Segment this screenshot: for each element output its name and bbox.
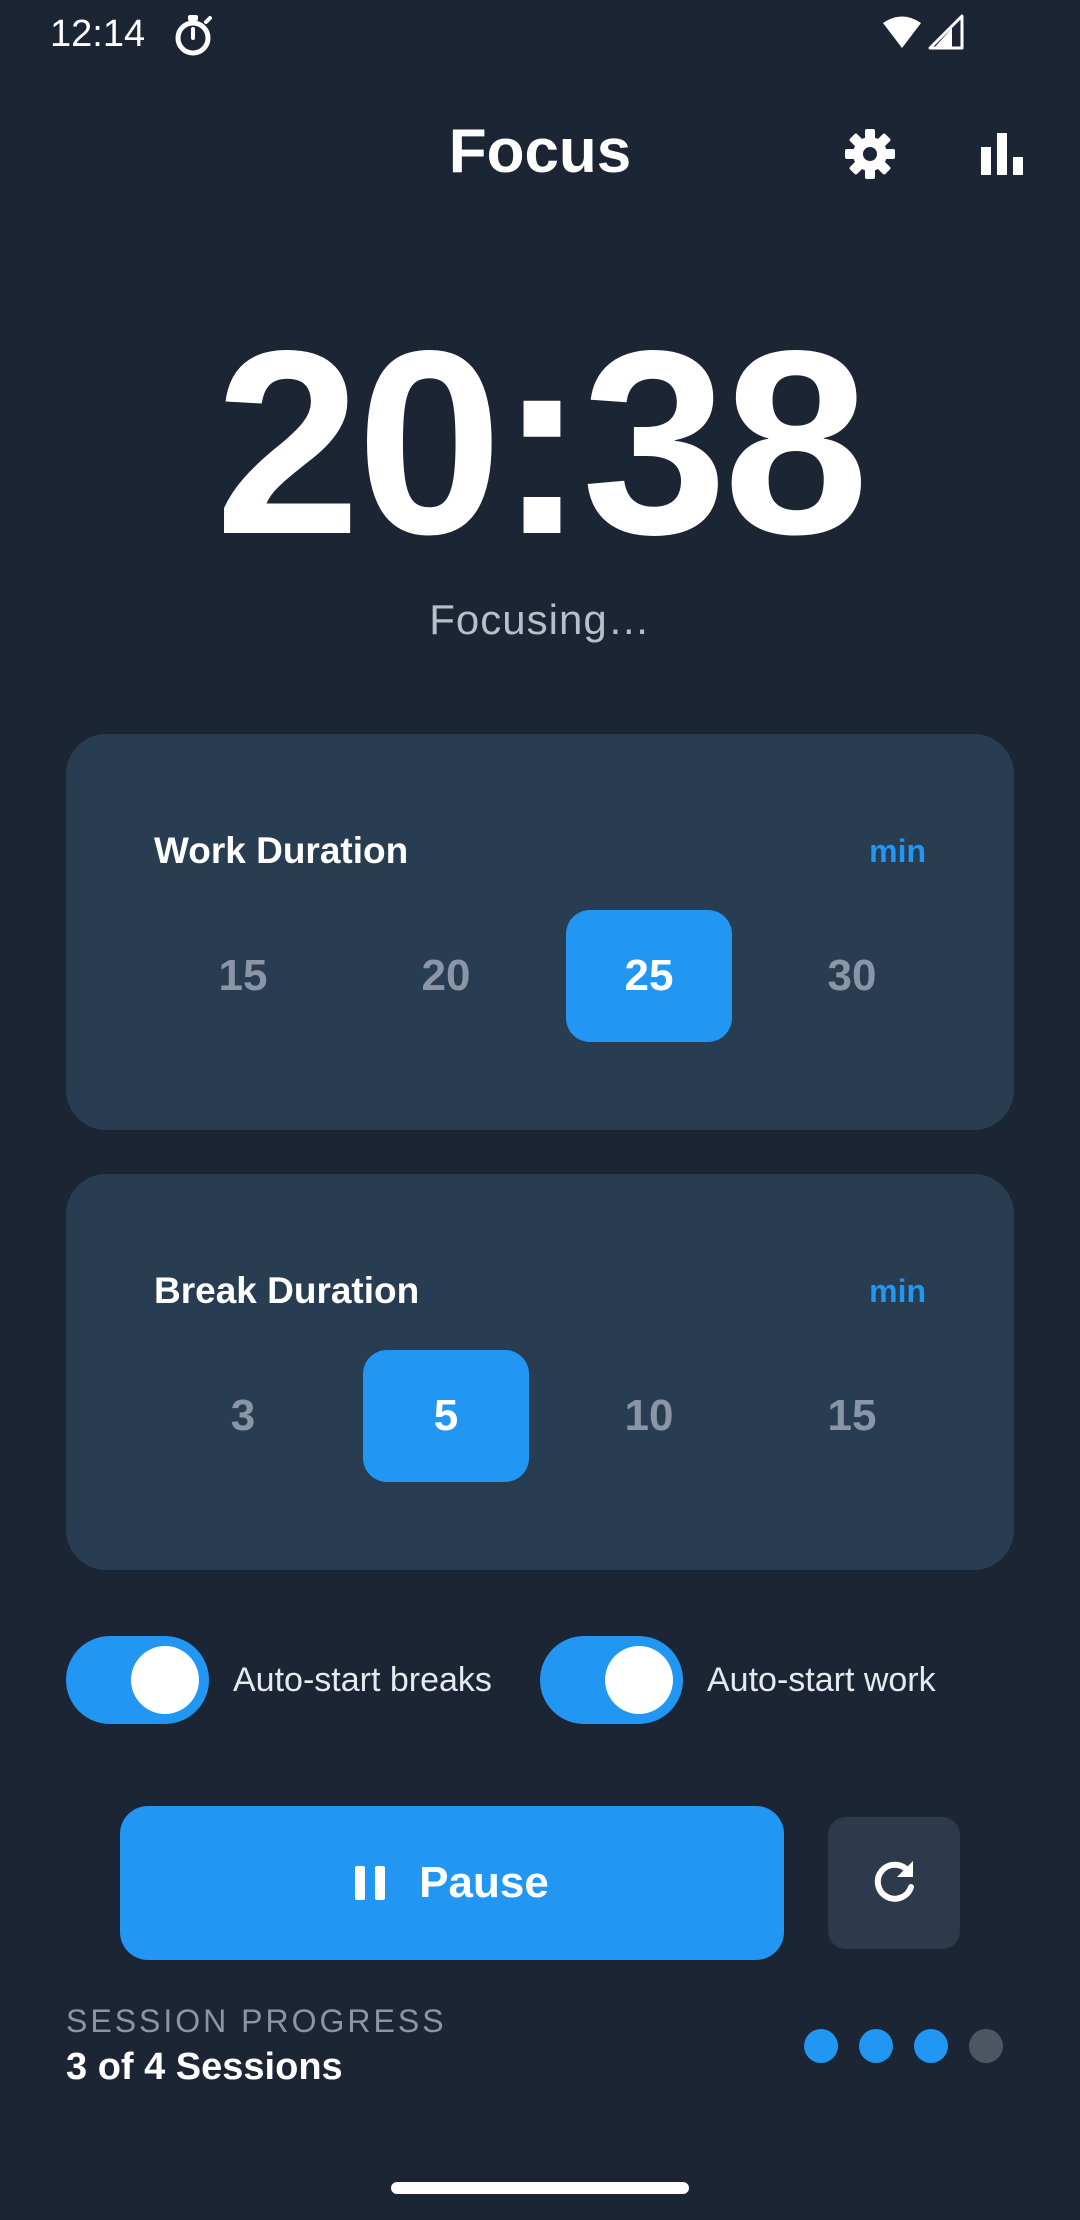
timer-icon — [175, 15, 212, 56]
work-duration-title: Work Duration — [154, 830, 409, 871]
auto-start-breaks-row: Auto-start breaks — [66, 1636, 492, 1724]
auto-start-work-label: Auto-start work — [707, 1661, 936, 1699]
break-duration-options: 3 5 10 15 — [160, 1350, 970, 1482]
work-duration-option[interactable]: 20 — [363, 910, 529, 1042]
statistics-button[interactable] — [972, 124, 1032, 184]
pause-button[interactable]: Pause — [120, 1806, 784, 1960]
break-duration-card: Break Duration min 3 5 10 15 — [66, 1174, 1014, 1570]
status-time: 12:14 — [50, 13, 146, 55]
session-dot — [914, 2029, 948, 2063]
break-duration-title: Break Duration — [154, 1270, 420, 1311]
pause-label: Pause — [419, 1858, 549, 1907]
work-duration-option[interactable]: 25 — [566, 910, 732, 1042]
break-duration-option[interactable]: 3 — [160, 1350, 326, 1482]
break-duration-option[interactable]: 5 — [363, 1350, 529, 1482]
reset-button[interactable] — [828, 1817, 960, 1949]
auto-start-breaks-switch[interactable] — [66, 1636, 209, 1724]
work-duration-option[interactable]: 30 — [769, 910, 935, 1042]
session-progress-dots — [804, 2029, 1003, 2063]
break-duration-option[interactable]: 10 — [566, 1350, 732, 1482]
session-dot — [969, 2029, 1003, 2063]
break-duration-option[interactable]: 15 — [769, 1350, 935, 1482]
wifi-icon — [883, 16, 921, 48]
gear-icon — [845, 129, 895, 179]
work-duration-option[interactable]: 15 — [160, 910, 326, 1042]
settings-button[interactable] — [840, 124, 900, 184]
pause-icon — [355, 1866, 386, 1900]
home-indicator[interactable] — [391, 2182, 689, 2194]
timer-status: Focusing… — [429, 596, 651, 643]
timer-display: 20:38 — [214, 296, 869, 589]
auto-start-work-switch[interactable] — [540, 1636, 683, 1724]
refresh-icon — [874, 1861, 914, 1902]
switch-knob — [605, 1646, 673, 1714]
session-progress-caption: SESSION PROGRESS — [66, 2003, 447, 2039]
bar-chart-icon — [981, 133, 1023, 175]
auto-start-work-row: Auto-start work — [540, 1636, 936, 1724]
work-duration-options: 15 20 25 30 — [160, 910, 970, 1042]
session-dot — [804, 2029, 838, 2063]
auto-start-breaks-label: Auto-start breaks — [233, 1661, 492, 1699]
session-dot — [859, 2029, 893, 2063]
switch-knob — [131, 1646, 199, 1714]
page-title: Focus — [448, 117, 632, 186]
work-duration-card: Work Duration min 15 20 25 30 — [66, 734, 1014, 1130]
session-progress-count: 3 of 4 Sessions — [66, 2046, 343, 2088]
cell-signal-icon — [928, 14, 964, 50]
break-duration-unit: min — [869, 1273, 926, 1309]
work-duration-unit: min — [869, 833, 926, 869]
